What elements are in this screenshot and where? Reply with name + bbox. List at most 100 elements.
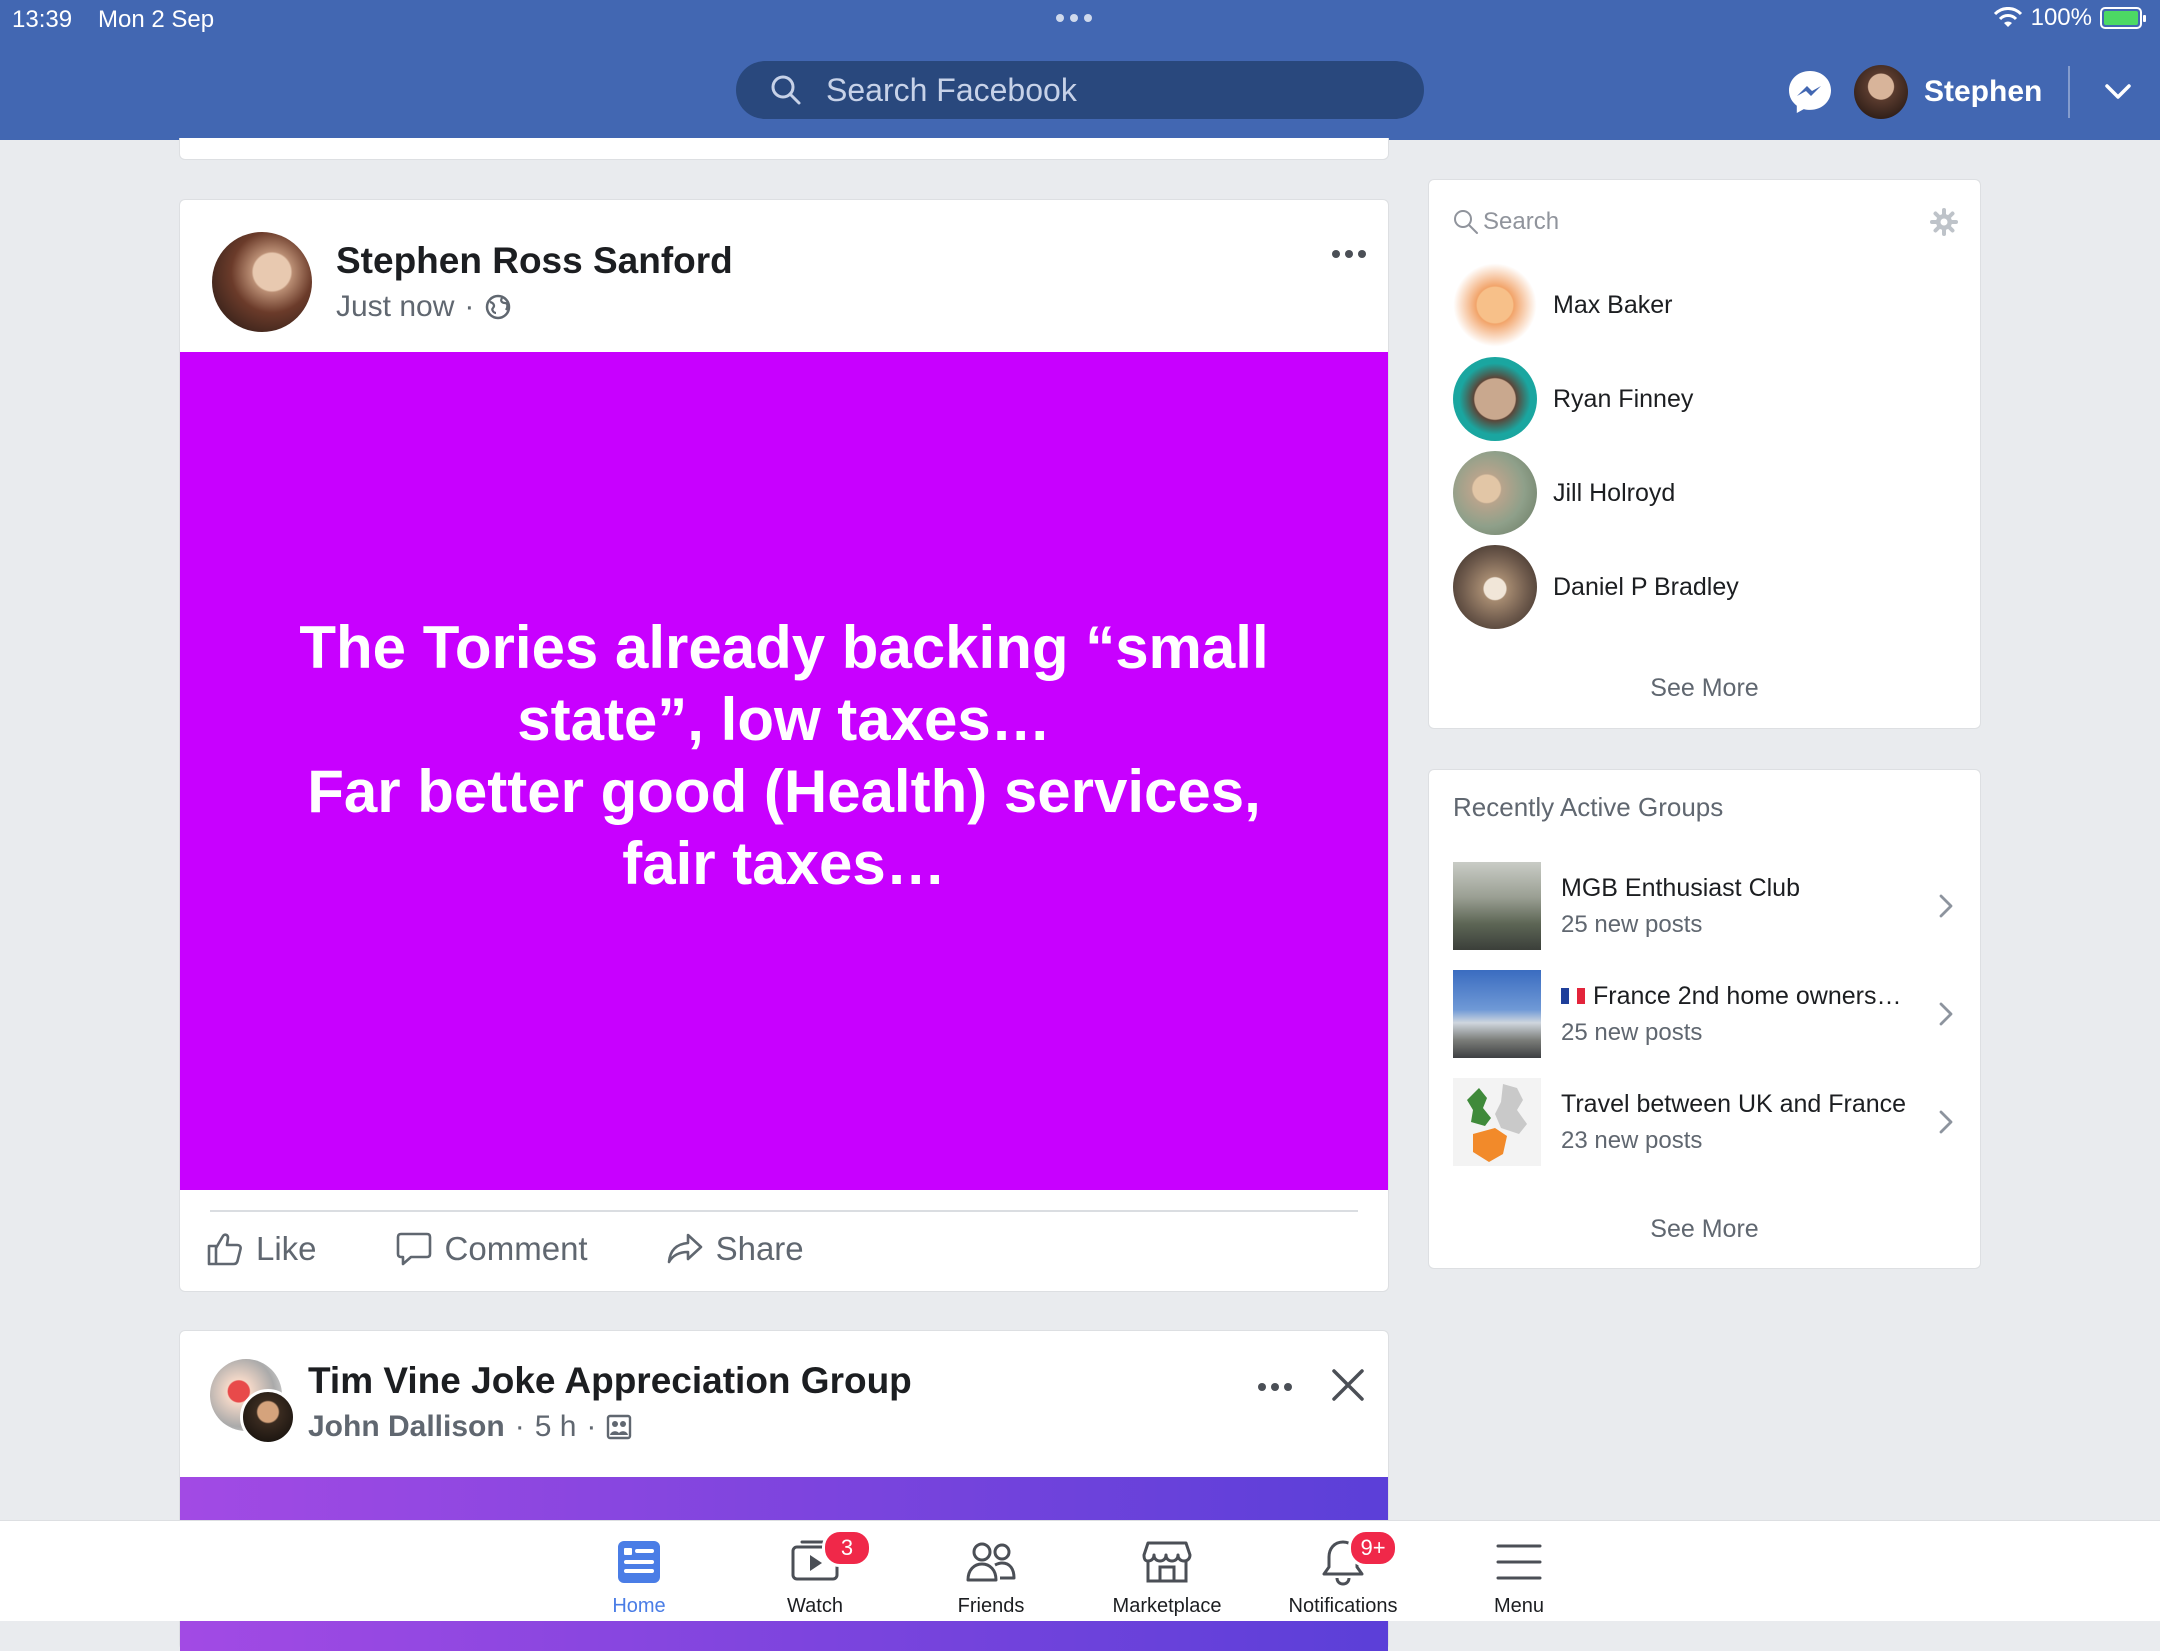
meta-separator: · [586,1410,597,1443]
group-item[interactable]: MGB Enthusiast Club 25 new posts [1453,862,1958,950]
contact-name: Jill Holroyd [1553,478,1676,507]
see-more-contacts-link[interactable]: See More [1429,674,1980,703]
group-item[interactable]: France 2nd home owners… 25 new posts [1453,970,1958,1058]
contact-name: Ryan Finney [1553,384,1694,413]
post-options-icon[interactable] [1258,1383,1292,1391]
status-date: Mon 2 Sep [98,6,215,33]
meta-separator: · [464,290,475,323]
post-options-icon[interactable] [1332,250,1366,258]
like-button[interactable]: Like [206,1230,317,1268]
contact-item[interactable]: Daniel P Bradley [1453,545,1958,629]
tab-friends[interactable]: Friends [906,1535,1076,1618]
groups-title: Recently Active Groups [1453,792,1724,822]
account-menu-button[interactable] [2090,64,2146,120]
tab-label: Marketplace [1112,1595,1222,1617]
group-post-count: 25 new posts [1561,910,1703,938]
contact-avatar [1453,263,1537,347]
group-info: Travel between UK and France 23 new post… [1561,1090,1938,1155]
contact-avatar [1453,357,1537,441]
author-avatar[interactable] [212,232,312,332]
battery-icon [2100,7,2146,29]
status-time: 13:39 [12,6,73,33]
chevron-right-icon [1939,1110,1953,1134]
contacts-panel: Max Baker Ryan Finney Jill Holroyd Danie… [1428,179,1981,729]
like-label: Like [256,1230,317,1267]
messenger-icon[interactable] [1786,68,1834,116]
tab-home[interactable]: Home [554,1535,724,1618]
multitasking-dots-icon[interactable] [1056,14,1092,22]
top-right-controls: Stephen [1786,62,2146,122]
group-name-row: France 2nd home owners… [1561,982,1938,1011]
see-more-groups-link[interactable]: See More [1429,1215,1980,1244]
contact-item[interactable]: Ryan Finney [1453,357,1958,441]
chevron-down-icon [2105,84,2132,99]
tab-marketplace[interactable]: Marketplace [1082,1535,1252,1618]
search-bar[interactable] [736,61,1424,119]
notifications-badge: 9+ [1348,1529,1398,1567]
tab-watch[interactable]: 3 Watch [730,1529,900,1618]
post-subtitle: Just now · [336,290,733,324]
comment-icon [396,1232,431,1266]
chevron-right-icon [1939,894,1953,918]
thumbs-up-icon [207,1233,242,1266]
tab-notifications[interactable]: 9+ Notifications [1258,1529,1428,1618]
search-icon [1454,210,1478,234]
post-header: Tim Vine Joke Appreciation Group John Da… [210,1359,912,1445]
group-name: France 2nd home owners… [1593,981,1902,1010]
post-author[interactable]: Stephen Ross Sanford [336,240,733,282]
comment-button[interactable]: Comment [395,1230,588,1268]
contact-avatar [1453,545,1537,629]
post-text: The Tories already backing “small state”… [299,614,1269,897]
post-meta: Stephen Ross Sanford Just now · [336,240,733,324]
post-meta: Tim Vine Joke Appreciation Group John Da… [308,1360,912,1444]
group-name: Travel between UK and France [1561,1089,1907,1118]
contacts-search[interactable] [1453,200,1958,244]
post-time[interactable]: 5 h [535,1410,577,1444]
status-right: 100% [1993,4,2146,32]
post-header: Stephen Ross Sanford Just now · [212,232,733,332]
group-item[interactable]: Travel between UK and France 23 new post… [1453,1078,1958,1166]
hamburger-menu-icon [1496,1544,1542,1580]
chevron-right-icon [1939,1002,1953,1026]
search-input[interactable] [824,70,1388,110]
share-icon [667,1233,702,1264]
contact-name: Daniel P Bradley [1553,572,1739,601]
previous-card-fragment [179,138,1389,160]
divider [2068,66,2071,118]
marketplace-store-icon [1142,1541,1192,1583]
meta-separator: · [514,1410,525,1443]
group-info: MGB Enthusiast Club 25 new posts [1561,874,1938,939]
tab-label: Notifications [1288,1595,1398,1617]
battery-percent: 100% [2030,4,2092,31]
user-avatar[interactable] [1854,65,1908,119]
group-thumbnail [1453,862,1541,950]
user-name[interactable]: Stephen [1924,75,2042,109]
tab-label: Friends [957,1595,1025,1617]
tab-menu[interactable]: Menu [1434,1535,1604,1618]
post-subtitle: John Dallison · 5 h · [308,1410,912,1444]
contact-name: Max Baker [1553,290,1673,319]
globe-icon [486,294,511,320]
comment-label: Comment [444,1230,588,1267]
close-icon[interactable] [1328,1365,1368,1405]
watch-badge: 3 [822,1529,872,1567]
group-thumbnail [1453,1078,1541,1166]
post-author[interactable]: John Dallison [308,1410,505,1444]
group-avatar[interactable] [210,1359,296,1445]
group-info: France 2nd home owners… 25 new posts [1561,982,1938,1047]
divider [210,1210,1358,1212]
france-flag-icon [1561,988,1585,1004]
group-post-count: 25 new posts [1561,1018,1703,1046]
search-icon [771,75,801,105]
tab-label: Menu [1493,1595,1545,1617]
contact-item[interactable]: Jill Holroyd [1453,451,1958,535]
gear-icon[interactable] [1930,208,1958,236]
group-name[interactable]: Tim Vine Joke Appreciation Group [308,1360,912,1402]
bottom-tab-bar: Home 3 Watch Friends Marketplace 9+ Noti… [0,1520,2160,1621]
contact-item[interactable]: Max Baker [1453,263,1958,347]
wifi-icon [1993,7,2022,27]
post-time[interactable]: Just now [336,290,454,324]
share-label: Share [715,1230,804,1267]
share-button[interactable]: Share [666,1230,804,1268]
contacts-search-input[interactable] [1481,207,1905,237]
